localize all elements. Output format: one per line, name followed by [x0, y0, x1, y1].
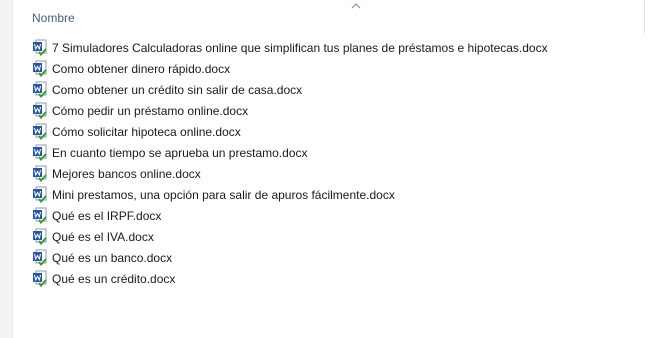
word-document-icon: [33, 207, 47, 224]
navigation-pane-edge[interactable]: [0, 0, 13, 338]
file-row[interactable]: 7 Simuladores Calculadoras online que si…: [26, 37, 646, 58]
word-document-icon: [33, 144, 47, 161]
name-column-header[interactable]: Nombre: [32, 11, 75, 25]
file-row[interactable]: Qué es un banco.docx: [26, 247, 646, 268]
file-name: Mini prestamos, una opción para salir de…: [52, 187, 395, 202]
file-name: Qué es un crédito.docx: [52, 271, 176, 286]
word-document-icon: [33, 123, 47, 140]
file-name: Como obtener un crédito sin salir de cas…: [52, 82, 303, 97]
file-row[interactable]: Cómo solicitar hipoteca online.docx: [26, 121, 646, 142]
file-name: 7 Simuladores Calculadoras online que si…: [52, 40, 548, 55]
column-divider[interactable]: [644, 0, 645, 34]
file-name: Qué es el IVA.docx: [52, 229, 154, 244]
file-row[interactable]: Como obtener un crédito sin salir de cas…: [26, 79, 646, 100]
column-header-bar: Nombre: [13, 0, 656, 36]
file-row[interactable]: Cómo pedir un préstamo online.docx: [26, 100, 646, 121]
file-name: Qué es un banco.docx: [52, 250, 173, 265]
file-row[interactable]: Qué es un crédito.docx: [26, 268, 646, 289]
word-document-icon: [33, 249, 47, 266]
file-name: Como obtener dinero rápido.docx: [52, 61, 231, 76]
file-name: Qué es el IRPF.docx: [52, 208, 162, 223]
file-name: Cómo solicitar hipoteca online.docx: [52, 124, 241, 139]
file-name: Mejores bancos online.docx: [52, 166, 201, 181]
file-row[interactable]: Como obtener dinero rápido.docx: [26, 58, 646, 79]
word-document-icon: [33, 228, 47, 245]
word-document-icon: [33, 39, 47, 56]
file-name: Cómo pedir un préstamo online.docx: [52, 103, 249, 118]
file-row[interactable]: En cuanto tiempo se aprueba un prestamo.…: [26, 142, 646, 163]
word-document-icon: [33, 60, 47, 77]
word-document-icon: [33, 186, 47, 203]
file-row[interactable]: Mini prestamos, una opción para salir de…: [26, 184, 646, 205]
file-row[interactable]: Mejores bancos online.docx: [26, 163, 646, 184]
file-row[interactable]: Qué es el IRPF.docx: [26, 205, 646, 226]
file-row[interactable]: Qué es el IVA.docx: [26, 226, 646, 247]
word-document-icon: [33, 165, 47, 182]
file-explorer-window: Nombre 7 Simuladores Calculadoras online…: [0, 0, 656, 338]
word-document-icon: [33, 102, 47, 119]
file-list: 7 Simuladores Calculadoras online que si…: [26, 37, 646, 289]
sort-ascending-icon: [351, 3, 361, 9]
word-document-icon: [33, 81, 47, 98]
file-name: En cuanto tiempo se aprueba un prestamo.…: [52, 145, 308, 160]
word-document-icon: [33, 270, 47, 287]
